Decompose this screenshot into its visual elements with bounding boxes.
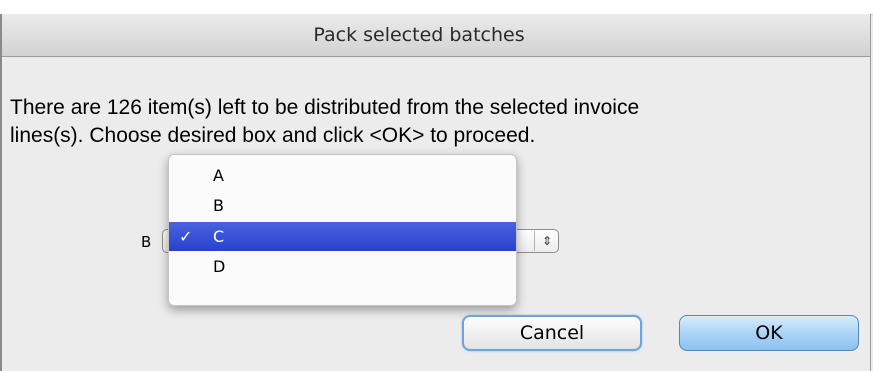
cancel-button[interactable]: Cancel	[462, 315, 642, 351]
dialog-message: There are 126 item(s) left to be distrib…	[10, 94, 860, 150]
background-window-strip	[0, 0, 873, 15]
menu-item-d[interactable]: D	[169, 252, 516, 281]
menu-item-b[interactable]: B	[169, 191, 516, 220]
menu-item-label: A	[213, 166, 224, 185]
menu-item-c[interactable]: ✓ C	[169, 222, 516, 251]
up-down-chevron-icon: ⇕	[533, 231, 552, 251]
message-line-1: There are 126 item(s) left to be distrib…	[10, 96, 640, 119]
dialog-titlebar[interactable]: Pack selected batches	[2, 14, 870, 57]
message-line-2: lines(s). Choose desired box and click <…	[10, 124, 536, 147]
box-label: B	[141, 233, 152, 251]
box-options-menu: A B ✓ C D	[168, 154, 517, 306]
menu-item-label: D	[213, 257, 226, 276]
checkmark-icon: ✓	[179, 227, 193, 246]
pack-batches-dialog: Pack selected batches There are 126 item…	[2, 14, 871, 371]
dialog-title: Pack selected batches	[313, 24, 525, 46]
ok-button[interactable]: OK	[679, 315, 859, 351]
menu-item-label: B	[213, 196, 224, 215]
menu-item-a[interactable]: A	[169, 161, 516, 190]
menu-item-label: C	[213, 227, 225, 246]
